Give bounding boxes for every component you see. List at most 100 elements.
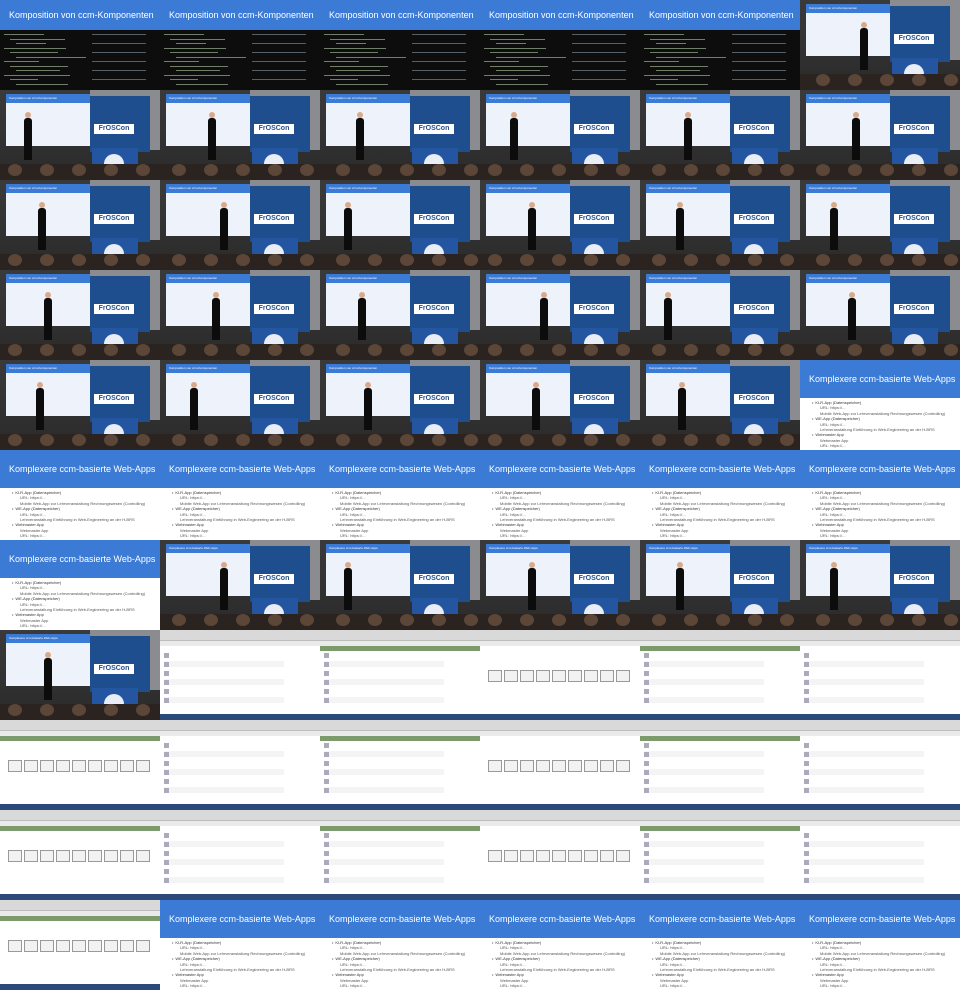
component-card[interactable] [24,760,38,772]
list-row[interactable] [804,661,924,667]
list-row[interactable] [164,841,284,847]
list-row[interactable] [644,697,764,703]
list-row[interactable] [804,868,924,874]
list-row[interactable] [804,841,924,847]
list-row[interactable] [324,868,444,874]
list-row[interactable] [644,661,764,667]
list-row[interactable] [164,697,284,703]
component-card[interactable] [552,850,566,862]
list-row[interactable] [804,652,924,658]
list-row[interactable] [164,877,284,883]
list-row[interactable] [644,742,764,748]
list-row[interactable] [804,742,924,748]
list-row[interactable] [164,652,284,658]
list-row[interactable] [644,778,764,784]
list-row[interactable] [644,877,764,883]
list-row[interactable] [324,652,444,658]
component-card[interactable] [584,850,598,862]
list-row[interactable] [164,670,284,676]
component-card[interactable] [488,760,502,772]
list-row[interactable] [164,760,284,766]
list-row[interactable] [164,859,284,865]
list-row[interactable] [644,670,764,676]
component-card[interactable] [88,940,102,952]
list-row[interactable] [164,787,284,793]
list-row[interactable] [324,760,444,766]
component-card[interactable] [40,760,54,772]
list-row[interactable] [324,742,444,748]
list-row[interactable] [804,859,924,865]
list-row[interactable] [804,679,924,685]
component-card[interactable] [88,760,102,772]
list-row[interactable] [804,850,924,856]
component-card[interactable] [584,760,598,772]
list-row[interactable] [644,868,764,874]
component-card[interactable] [504,850,518,862]
list-row[interactable] [804,751,924,757]
component-card[interactable] [24,850,38,862]
list-row[interactable] [644,841,764,847]
component-card[interactable] [504,670,518,682]
list-row[interactable] [324,697,444,703]
component-card[interactable] [600,670,614,682]
component-card[interactable] [136,850,150,862]
component-card[interactable] [616,850,630,862]
list-row[interactable] [324,841,444,847]
list-row[interactable] [644,850,764,856]
component-card[interactable] [104,850,118,862]
list-row[interactable] [804,697,924,703]
component-card[interactable] [552,760,566,772]
list-row[interactable] [804,877,924,883]
component-card[interactable] [536,850,550,862]
list-row[interactable] [324,751,444,757]
component-card[interactable] [552,670,566,682]
component-card[interactable] [616,760,630,772]
list-row[interactable] [804,832,924,838]
component-card[interactable] [72,850,86,862]
list-row[interactable] [164,661,284,667]
component-card[interactable] [520,760,534,772]
list-row[interactable] [804,760,924,766]
list-row[interactable] [164,769,284,775]
component-card[interactable] [504,760,518,772]
component-card[interactable] [120,940,134,952]
component-card[interactable] [104,940,118,952]
list-row[interactable] [164,751,284,757]
component-card[interactable] [8,760,22,772]
component-card[interactable] [568,760,582,772]
list-row[interactable] [804,670,924,676]
list-row[interactable] [644,832,764,838]
component-card[interactable] [40,850,54,862]
list-row[interactable] [324,850,444,856]
list-row[interactable] [324,787,444,793]
list-row[interactable] [644,787,764,793]
component-card[interactable] [584,670,598,682]
component-card[interactable] [520,850,534,862]
list-row[interactable] [164,688,284,694]
list-row[interactable] [804,688,924,694]
component-card[interactable] [120,760,134,772]
component-card[interactable] [56,760,70,772]
component-card[interactable] [8,940,22,952]
component-card[interactable] [72,940,86,952]
list-row[interactable] [164,832,284,838]
component-card[interactable] [488,850,502,862]
component-card[interactable] [568,850,582,862]
list-row[interactable] [324,778,444,784]
list-row[interactable] [644,652,764,658]
list-row[interactable] [324,688,444,694]
list-row[interactable] [324,661,444,667]
list-row[interactable] [324,670,444,676]
component-card[interactable] [136,760,150,772]
list-row[interactable] [644,769,764,775]
list-row[interactable] [164,868,284,874]
component-card[interactable] [88,850,102,862]
component-card[interactable] [56,850,70,862]
component-card[interactable] [600,850,614,862]
component-card[interactable] [136,940,150,952]
list-row[interactable] [324,832,444,838]
component-card[interactable] [536,670,550,682]
list-row[interactable] [324,859,444,865]
component-card[interactable] [56,940,70,952]
list-row[interactable] [164,778,284,784]
